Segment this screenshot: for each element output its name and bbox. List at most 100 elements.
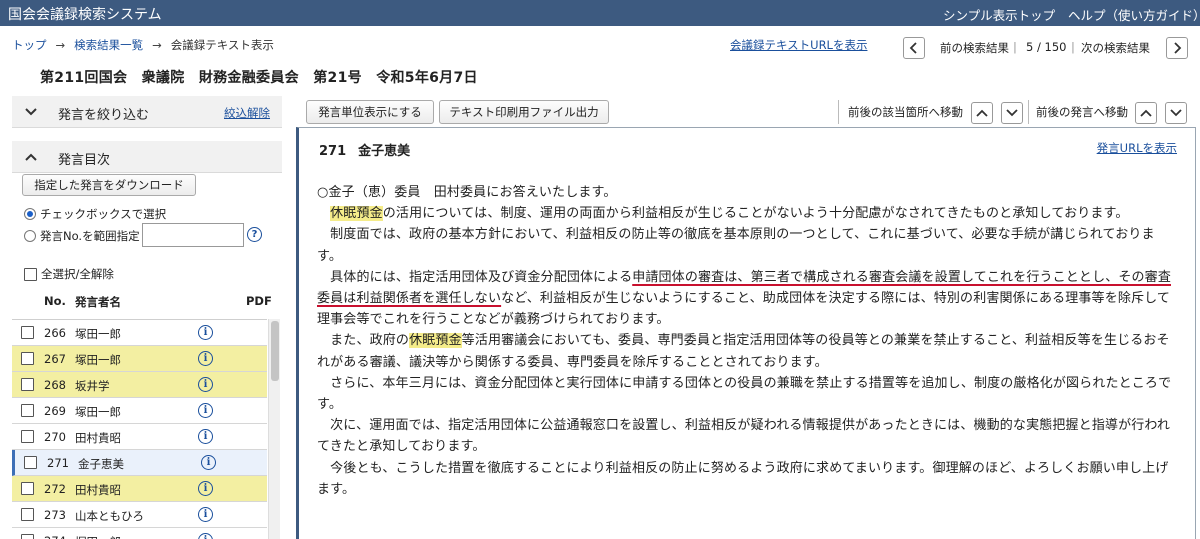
speech-row-number: 272 [44,482,66,496]
toolbar-divider [1028,100,1029,124]
speech-row-speaker[interactable]: 坂井学 [75,378,110,394]
speech-row-speaker[interactable]: 田村貴昭 [75,430,121,446]
info-icon[interactable]: i [198,403,213,418]
meeting-title: 第211回国会 衆議院 財務金融委員会 第21号 令和5年6月7日 [40,70,478,86]
speech-select-checkbox[interactable] [21,534,34,539]
speech-list-row[interactable]: 266 塚田一郎 i [12,320,267,346]
column-header-speaker: 発言者名 [75,295,121,309]
speech-row-speaker[interactable]: 塚田一郎 [75,326,121,342]
radio-checkbox-select[interactable]: チェックボックスで選択 [24,206,166,222]
speech-select-checkbox[interactable] [21,352,34,365]
download-speeches-button[interactable]: 指定した発言をダウンロード [22,174,196,196]
speech-paragraph: 具体的には、指定活用団体及び資金分配団体による申請団体の審査は、第三者で構成され… [317,267,1179,331]
speech-list-row[interactable]: 269 塚田一郎 i [12,398,267,424]
clear-filter-link[interactable]: 絞込解除 [224,105,270,121]
info-icon[interactable]: i [198,507,213,522]
radio-range-mode[interactable] [24,230,36,242]
speech-paragraph: 制度面では、政府の基本方針において、利益相反の防止等の徹底を基本原則の一つとして… [317,224,1179,266]
info-icon[interactable]: i [198,351,213,366]
chevron-down-icon [1006,109,1018,117]
info-icon[interactable]: i [198,429,213,444]
breadcrumb-top[interactable]: トップ [12,38,47,52]
speech-select-checkbox[interactable] [21,430,34,443]
speech-list-scrollbar[interactable] [268,319,280,539]
speech-list-row[interactable]: 268 坂井学 i [12,372,267,398]
sidebar: 発言を絞り込む 絞込解除 発言目次 指定した発言をダウンロード チェックボックス… [12,96,282,539]
next-hit-button[interactable] [1001,102,1023,124]
prev-speech-button[interactable] [1135,102,1157,124]
info-icon[interactable]: i [198,377,213,392]
prev-result-label[interactable]: 前の検索結果 [940,40,1009,56]
print-file-button[interactable]: テキスト印刷用ファイル出力 [439,100,609,124]
speech-list-row[interactable]: 267 塚田一郎 i [12,346,267,372]
breadcrumb-current: 会議録テキスト表示 [170,38,274,52]
speech-list-row[interactable]: 273 山本ともひろ i [12,502,267,528]
speech-select-checkbox[interactable] [21,482,34,495]
simple-top-link[interactable]: シンプル表示トップ [943,5,1055,24]
speech-row-speaker[interactable]: 塚田一郎 [75,534,121,539]
speech-list-row[interactable]: 272 田村貴昭 i [12,476,267,502]
speech-speaker: 金子恵美 [358,144,411,159]
info-icon[interactable]: i [198,325,213,340]
breadcrumb-results[interactable]: 検索結果一覧 [74,38,143,52]
speech-panel: 271 金子恵美 発言URLを表示 ○金子（恵）委員 田村委員にお答えいたします。… [296,127,1196,539]
radio-range-select[interactable]: 発言No.を範囲指定 [24,228,140,244]
help-icon[interactable]: ? [247,227,262,242]
speech-select-checkbox[interactable] [21,378,34,391]
speech-list-row[interactable]: 271 金子恵美 i [12,450,267,476]
speech-paragraph: また、政府の休眠預金等活用審議会においても、委員、専門委員と指定活用団体等の役員… [317,330,1179,372]
speech-list-row[interactable]: 270 田村貴昭 i [12,424,267,450]
radio-checkbox-label: チェックボックスで選択 [40,207,167,221]
speech-row-number: 274 [44,534,66,539]
next-result-label[interactable]: 次の検索結果 [1081,40,1150,56]
filter-section-header[interactable]: 発言を絞り込む 絞込解除 [12,96,282,128]
search-hit-highlight: 休眠預金 [330,206,383,222]
speech-row-speaker[interactable]: 田村貴昭 [75,482,121,498]
speech-text: 制度面では、政府の基本方針において、利益相反の防止等の徹底を基本原則の一つとして… [317,227,1155,264]
speech-row-speaker[interactable]: 塚田一郎 [75,352,121,368]
app-title[interactable]: 国会会議録検索システム [8,4,162,24]
radio-checkbox-mode[interactable] [24,208,36,220]
speech-paragraph: さらに、本年三月には、資金分配団体と実行団体に申請する団体との役員の兼職を禁止す… [317,373,1179,415]
prev-hit-button[interactable] [971,102,993,124]
speech-row-speaker[interactable]: 山本ともひろ [75,508,144,524]
app-header: 国会会議録検索システム シンプル表示トップ ヘルプ（使い方ガイド） [0,0,1200,26]
speech-nav-label: 前後の発言へ移動 [1036,105,1128,119]
scrollbar-thumb[interactable] [271,321,279,381]
speech-text: の活用については、制度、運用の両面から利益相反が生じることがないよう十分配慮がな… [382,206,1129,222]
next-speech-button[interactable] [1165,102,1187,124]
speech-paragraph: 休眠預金の活用については、制度、運用の両面から利益相反が生じることがないよう十分… [317,203,1179,224]
meeting-url-link[interactable]: 会議録テキストURLを表示 [730,37,867,53]
breadcrumb-arrow: → [55,38,66,52]
speech-row-number: 270 [44,430,66,444]
speech-list: 266 塚田一郎 i 267 塚田一郎 i 268 坂井学 i 269 塚田一郎 i 270 田村貴昭 i 2… [12,319,267,539]
help-link[interactable]: ヘルプ（使い方ガイド） [1068,5,1200,24]
chevron-up-icon [25,153,37,161]
range-input[interactable] [142,223,244,247]
info-icon[interactable]: i [198,533,213,539]
speech-text: 具体的には、指定活用団体及び資金分配団体による [330,269,633,285]
select-all-checkbox[interactable] [24,267,37,281]
speech-select-checkbox[interactable] [21,508,34,521]
speech-paragraph: 次に、運用面では、指定活用団体に公益通報窓口を設置し、利益相反が疑われる情報提供… [317,415,1179,457]
speech-row-speaker[interactable]: 金子恵美 [78,456,124,472]
select-all-toggle[interactable]: 全選択/全解除 [24,266,114,282]
next-result-button[interactable] [1166,37,1188,59]
speech-row-number: 268 [44,378,66,392]
speech-select-checkbox[interactable] [21,404,34,417]
speech-row-number: 269 [44,404,66,418]
breadcrumb-arrow: → [152,38,162,52]
prev-result-button[interactable] [903,37,925,59]
speech-list-row[interactable]: 274 塚田一郎 i [12,528,267,539]
info-icon[interactable]: i [198,481,213,496]
toolbar-divider [838,100,839,124]
info-icon[interactable]: i [201,455,216,470]
speech-select-checkbox[interactable] [21,326,34,339]
toc-section-header[interactable]: 発言目次 [12,141,282,173]
speech-select-checkbox[interactable] [24,456,37,469]
column-header-pdf: PDF [246,294,272,308]
select-all-label: 全選択/全解除 [41,267,114,281]
speech-unit-button[interactable]: 発言単位表示にする [306,100,434,124]
speech-url-link[interactable]: 発言URLを表示 [1097,140,1177,156]
speech-row-speaker[interactable]: 塚田一郎 [75,404,121,420]
